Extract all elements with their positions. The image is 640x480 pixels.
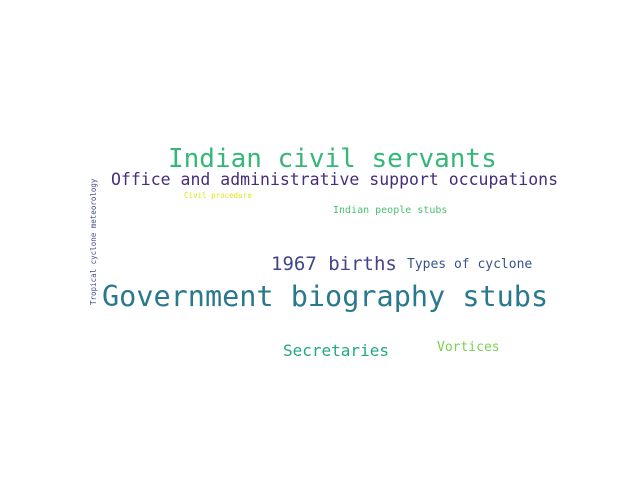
word-indian-civil-servants: Indian civil servants xyxy=(168,144,497,174)
word-1967-births: 1967 births xyxy=(271,253,397,275)
word-government-biography-stubs: Government biography stubs xyxy=(102,280,549,313)
word-civil-procedure: Civil procedure xyxy=(184,191,252,200)
word-secretaries: Secretaries xyxy=(283,341,389,360)
word-tropical-cyclone-meteorology: Tropical cyclone meteorology xyxy=(89,178,98,305)
word-office-administrative-support: Office and administrative support occupa… xyxy=(111,170,559,189)
word-types-of-cyclone: Types of cyclone xyxy=(407,257,533,272)
word-indian-people-stubs: Indian people stubs xyxy=(333,205,448,216)
word-vortices: Vortices xyxy=(437,340,500,355)
word-cloud: Indian civil servants Office and adminis… xyxy=(0,0,640,480)
